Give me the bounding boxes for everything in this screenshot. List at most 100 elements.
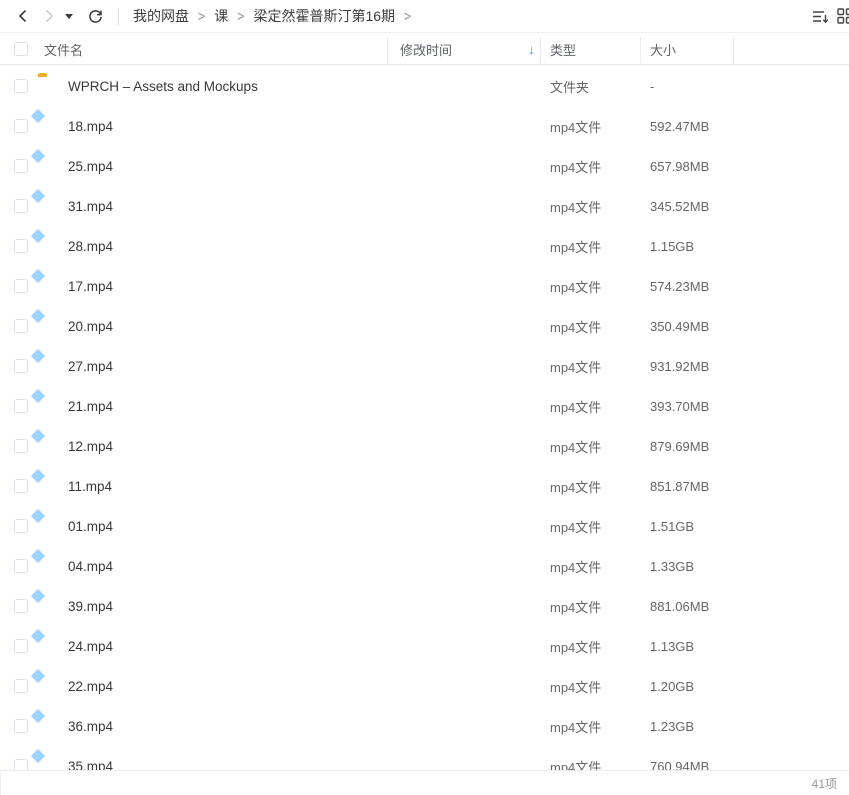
file-size: 350.49MB	[650, 306, 709, 346]
file-size: 1.13GB	[650, 626, 694, 666]
table-row[interactable]: 31.mp4 mp4文件 345.52MB	[0, 186, 849, 226]
row-checkbox[interactable]	[14, 319, 28, 333]
table-row[interactable]: 39.mp4 mp4文件 881.06MB	[0, 586, 849, 626]
table-row[interactable]: 12.mp4 mp4文件 879.69MB	[0, 426, 849, 466]
column-divider	[387, 37, 388, 63]
file-name[interactable]: 24.mp4	[68, 626, 113, 666]
chevron-down-icon	[65, 14, 73, 19]
status-bar: 41项	[0, 770, 849, 795]
row-checkbox[interactable]	[14, 679, 28, 693]
column-header-name[interactable]: 文件名	[44, 34, 83, 65]
row-checkbox[interactable]	[14, 599, 28, 613]
file-size: 592.47MB	[650, 106, 709, 146]
file-name[interactable]: 35.mp4	[68, 746, 113, 770]
table-row[interactable]: 18.mp4 mp4文件 592.47MB	[0, 106, 849, 146]
file-size: 1.23GB	[650, 706, 694, 746]
row-checkbox[interactable]	[14, 239, 28, 253]
table-row[interactable]: 21.mp4 mp4文件 393.70MB	[0, 386, 849, 426]
select-all-checkbox[interactable]	[14, 42, 28, 56]
column-header-modified[interactable]: 修改时间	[400, 34, 452, 65]
column-header-type[interactable]: 类型	[550, 34, 576, 65]
file-type: mp4文件	[550, 266, 601, 306]
sort-options-button[interactable]	[806, 3, 834, 29]
column-header-size[interactable]: 大小	[650, 34, 676, 65]
file-name[interactable]: 01.mp4	[68, 506, 113, 546]
table-row[interactable]: 36.mp4 mp4文件 1.23GB	[0, 706, 849, 746]
row-checkbox[interactable]	[14, 519, 28, 533]
file-size: 393.70MB	[650, 386, 709, 426]
row-checkbox[interactable]	[14, 479, 28, 493]
file-name[interactable]: 27.mp4	[68, 346, 113, 386]
table-row[interactable]: 17.mp4 mp4文件 574.23MB	[0, 266, 849, 306]
file-type: mp4文件	[550, 226, 601, 266]
file-name[interactable]: 25.mp4	[68, 146, 113, 186]
breadcrumb-item-middle[interactable]: 课	[212, 4, 230, 28]
file-name[interactable]: 18.mp4	[68, 106, 113, 146]
table-row[interactable]: 25.mp4 mp4文件 657.98MB	[0, 146, 849, 186]
file-name[interactable]: 28.mp4	[68, 226, 113, 266]
file-manager-window: 我的网盘 > 课 > 梁定然霍普斯汀第16期 >	[0, 0, 849, 795]
file-size: 657.98MB	[650, 146, 709, 186]
table-row[interactable]: 22.mp4 mp4文件 1.20GB	[0, 666, 849, 706]
column-header-modified-label: 修改时间	[400, 40, 452, 59]
column-divider	[540, 37, 541, 63]
forward-icon	[42, 9, 56, 23]
row-checkbox[interactable]	[14, 159, 28, 173]
row-checkbox[interactable]	[14, 119, 28, 133]
file-name[interactable]: 31.mp4	[68, 186, 113, 226]
file-type: mp4文件	[550, 386, 601, 426]
file-name[interactable]: 36.mp4	[68, 706, 113, 746]
column-header-size-label: 大小	[650, 40, 676, 59]
table-row[interactable]: 01.mp4 mp4文件 1.51GB	[0, 506, 849, 546]
breadcrumb-item-current[interactable]: 梁定然霍普斯汀第16期	[251, 4, 397, 28]
file-type: mp4文件	[550, 146, 601, 186]
row-checkbox[interactable]	[14, 719, 28, 733]
file-name[interactable]: 20.mp4	[68, 306, 113, 346]
table-row[interactable]: 11.mp4 mp4文件 851.87MB	[0, 466, 849, 506]
refresh-icon	[88, 9, 103, 24]
table-header: 文件名 修改时间 ↓ 类型 大小	[0, 34, 849, 65]
table-row[interactable]: 27.mp4 mp4文件 931.92MB	[0, 346, 849, 386]
file-type: mp4文件	[550, 346, 601, 386]
row-checkbox[interactable]	[14, 439, 28, 453]
table-row[interactable]: 28.mp4 mp4文件 1.15GB	[0, 226, 849, 266]
row-checkbox[interactable]	[14, 79, 28, 93]
breadcrumb: 我的网盘 > 课 > 梁定然霍普斯汀第16期 >	[131, 4, 418, 28]
row-checkbox[interactable]	[14, 639, 28, 653]
file-size: 881.06MB	[650, 586, 709, 626]
breadcrumb-item-root[interactable]: 我的网盘	[131, 4, 191, 28]
sort-direction-indicator[interactable]: ↓	[522, 34, 535, 65]
file-size: 574.23MB	[650, 266, 709, 306]
table-row[interactable]: 20.mp4 mp4文件 350.49MB	[0, 306, 849, 346]
grid-view-icon	[837, 8, 849, 24]
file-name[interactable]: 12.mp4	[68, 426, 113, 466]
item-count: 41项	[812, 775, 837, 792]
file-name[interactable]: WPRCH – Assets and Mockups	[68, 66, 258, 106]
row-checkbox[interactable]	[14, 359, 28, 373]
file-name[interactable]: 39.mp4	[68, 586, 113, 626]
row-checkbox[interactable]	[14, 279, 28, 293]
file-name[interactable]: 17.mp4	[68, 266, 113, 306]
file-type: mp4文件	[550, 106, 601, 146]
row-checkbox[interactable]	[14, 399, 28, 413]
back-button[interactable]	[10, 3, 36, 29]
file-name[interactable]: 04.mp4	[68, 546, 113, 586]
row-checkbox[interactable]	[14, 199, 28, 213]
file-size: 1.51GB	[650, 506, 694, 546]
file-type: mp4文件	[550, 666, 601, 706]
table-row[interactable]: 24.mp4 mp4文件 1.13GB	[0, 626, 849, 666]
file-name[interactable]: 11.mp4	[68, 466, 112, 506]
table-row[interactable]: 04.mp4 mp4文件 1.33GB	[0, 546, 849, 586]
history-dropdown-button[interactable]	[62, 3, 76, 29]
table-row[interactable]: 35.mp4 mp4文件 760.94MB	[0, 746, 849, 770]
table-row[interactable]: WPRCH – Assets and Mockups 文件夹 -	[0, 66, 849, 106]
file-name[interactable]: 21.mp4	[68, 386, 113, 426]
refresh-button[interactable]	[82, 3, 108, 29]
row-checkbox[interactable]	[14, 759, 28, 770]
row-checkbox[interactable]	[14, 559, 28, 573]
grid-view-button[interactable]	[834, 3, 849, 29]
file-size: 1.15GB	[650, 226, 694, 266]
file-type: mp4文件	[550, 546, 601, 586]
file-name[interactable]: 22.mp4	[68, 666, 113, 706]
forward-button[interactable]	[36, 3, 62, 29]
